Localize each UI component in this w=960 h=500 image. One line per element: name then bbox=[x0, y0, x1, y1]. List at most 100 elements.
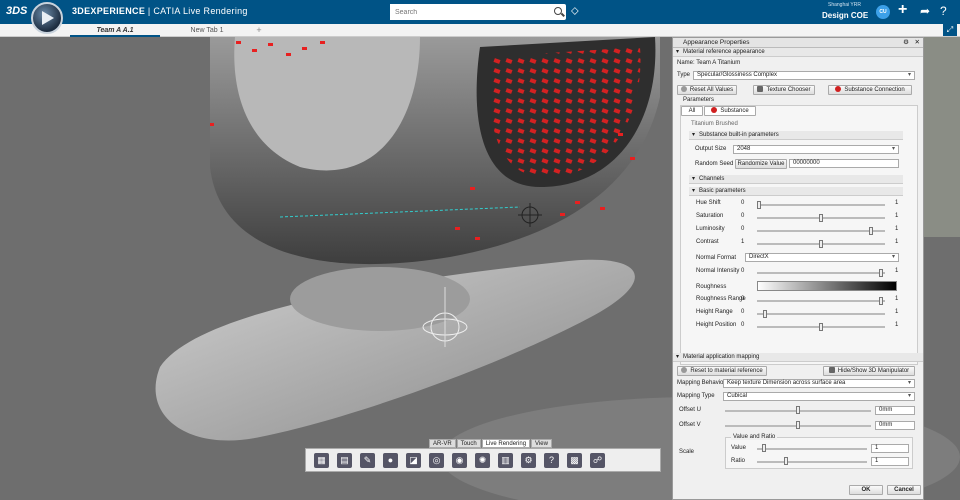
slider-thumb[interactable] bbox=[763, 310, 768, 318]
mapping-type-label: Mapping Type bbox=[677, 393, 715, 399]
cancel-button[interactable]: Cancel bbox=[887, 485, 921, 495]
appearance-icon[interactable]: ◪ bbox=[406, 452, 421, 468]
scale-ratio-thumb[interactable] bbox=[783, 457, 788, 465]
slider-roughness-range[interactable]: Roughness Range 0 1 bbox=[695, 294, 925, 307]
offset-u-input[interactable]: 0mm bbox=[875, 406, 915, 415]
add-tab-button[interactable]: + bbox=[252, 25, 266, 37]
ok-button[interactable]: OK bbox=[849, 485, 883, 495]
slider-thumb[interactable] bbox=[868, 227, 873, 235]
normal-format-select[interactable]: DirectX bbox=[745, 253, 899, 262]
subtab-all[interactable]: All bbox=[681, 106, 703, 116]
mapping-section[interactable]: Material application mapping bbox=[673, 353, 923, 362]
compass-button[interactable] bbox=[31, 2, 63, 34]
normal-format-label: Normal Format bbox=[696, 255, 737, 261]
reset-all-values-button[interactable]: Reset All Values bbox=[677, 85, 737, 95]
slider-thumb[interactable] bbox=[878, 269, 883, 277]
material-reference-section[interactable]: Material reference appearance bbox=[673, 48, 923, 57]
app-brand: 3DEXPERIENCE | CATIA Live Rendering bbox=[72, 6, 248, 16]
search-input[interactable] bbox=[390, 4, 540, 20]
close-icon[interactable]: ✕ bbox=[915, 38, 920, 48]
slider-track[interactable] bbox=[757, 230, 885, 232]
scale-ratio-input[interactable]: 1 bbox=[871, 457, 909, 466]
slider-thumb[interactable] bbox=[819, 323, 823, 331]
slider-label: Roughness Range bbox=[696, 296, 746, 302]
slider-hue-shift[interactable]: Hue Shift 0 1 bbox=[695, 198, 925, 211]
roughness-label: Roughness bbox=[696, 284, 727, 290]
action-tab-live-rendering[interactable]: Live Rendering bbox=[481, 439, 531, 448]
scale-ratio-track[interactable] bbox=[757, 461, 867, 463]
mapping-behavior-select[interactable]: Keep texture Dimension across surface ar… bbox=[723, 379, 915, 388]
slider-luminosity[interactable]: Luminosity 0 1 bbox=[695, 224, 925, 237]
paint-icon[interactable]: ✎ bbox=[360, 452, 375, 468]
slider-label: Normal Intensity bbox=[696, 268, 740, 274]
decal-icon[interactable]: ◎ bbox=[429, 452, 444, 468]
slider-thumb[interactable] bbox=[819, 240, 823, 248]
tree-icon[interactable]: ☍ bbox=[590, 452, 605, 468]
offset-u-thumb[interactable] bbox=[796, 406, 800, 414]
layers-icon[interactable]: ▥ bbox=[498, 452, 513, 468]
tab-new-tab-1[interactable]: New Tab 1 bbox=[168, 25, 246, 37]
channels-section[interactable]: Channels bbox=[689, 175, 903, 184]
plus-icon[interactable]: + bbox=[898, 1, 907, 19]
help-icon[interactable]: ? bbox=[544, 452, 559, 468]
texture-icon bbox=[757, 86, 764, 92]
texture-chooser-button[interactable]: Texture Chooser bbox=[753, 85, 815, 95]
settings-icon[interactable]: ⚙ bbox=[521, 452, 536, 468]
offset-v-input[interactable]: 0mm bbox=[875, 421, 915, 430]
slider-track[interactable] bbox=[757, 204, 885, 206]
scale-value-track[interactable] bbox=[757, 448, 867, 450]
slider-thumb[interactable] bbox=[819, 214, 823, 222]
reset-icon bbox=[681, 367, 688, 373]
slider-saturation[interactable]: Saturation 0 1 bbox=[695, 211, 925, 224]
light-icon[interactable]: ✺ bbox=[475, 452, 490, 468]
action-tab-touch[interactable]: Touch bbox=[456, 439, 481, 448]
slider-contrast[interactable]: Contrast 1 1 bbox=[695, 237, 925, 250]
slider-normal-intensity[interactable]: Normal Intensity 0 1 bbox=[695, 266, 925, 279]
avatar[interactable]: CU bbox=[876, 5, 890, 19]
reset-to-reference-button[interactable]: Reset to material reference bbox=[677, 366, 767, 376]
type-select[interactable]: Specular/Glossiness Complex bbox=[693, 71, 915, 80]
slider-track[interactable] bbox=[757, 313, 885, 315]
substance-connection-button[interactable]: Substance Connection bbox=[828, 85, 912, 95]
gear-icon[interactable]: ⚙ bbox=[903, 38, 909, 48]
scale-value-thumb[interactable] bbox=[762, 444, 767, 452]
randomize-value-button[interactable]: Randomize Value bbox=[735, 159, 787, 169]
search-box[interactable] bbox=[390, 4, 566, 20]
mapping-type-select[interactable]: Cubical bbox=[723, 392, 915, 401]
fit-view-icon[interactable]: ⤢ bbox=[943, 24, 957, 36]
action-tab-view[interactable]: View bbox=[531, 439, 552, 448]
output-size-select[interactable]: 2048 bbox=[733, 145, 899, 154]
scale-value-input[interactable]: 1 bbox=[871, 444, 909, 453]
share-icon[interactable]: ➦ bbox=[920, 4, 930, 18]
slider-thumb[interactable] bbox=[757, 201, 761, 209]
builtin-params-section[interactable]: Substance built-in parameters bbox=[689, 131, 903, 140]
user-name[interactable]: Design COE bbox=[822, 11, 868, 20]
slider-min: 0 bbox=[741, 268, 745, 274]
parameters-label: Parameters bbox=[683, 97, 715, 103]
random-seed-input[interactable]: 00000000 bbox=[789, 159, 899, 168]
user-location: Shanghai YRR bbox=[828, 2, 861, 8]
environment-icon[interactable]: ▤ bbox=[337, 452, 352, 468]
camera-icon[interactable]: ◉ bbox=[452, 452, 467, 468]
help-icon[interactable]: ? bbox=[940, 4, 947, 18]
scale-ratio-label: Ratio bbox=[731, 458, 746, 464]
roughness-gradient[interactable] bbox=[757, 281, 897, 291]
slider-height-range[interactable]: Height Range 0 1 bbox=[695, 307, 925, 320]
basic-params-section[interactable]: Basic parameters bbox=[689, 187, 903, 196]
materials-icon[interactable]: ● bbox=[383, 452, 398, 468]
action-bar: ▦ ▤ ✎ ● ◪ ◎ ◉ ✺ ▥ ⚙ ? ▩ ☍ bbox=[305, 448, 661, 472]
offset-v-thumb[interactable] bbox=[796, 421, 800, 429]
grid-icon[interactable]: ▩ bbox=[567, 452, 582, 468]
render-icon[interactable]: ▦ bbox=[314, 452, 329, 468]
slider-track[interactable] bbox=[757, 272, 885, 274]
tag-icon[interactable]: ⬦ bbox=[571, 5, 579, 18]
slider-thumb[interactable] bbox=[878, 297, 883, 305]
hide-show-manipulator-button[interactable]: Hide/Show 3D Manipulator bbox=[823, 366, 915, 376]
tab-team-a[interactable]: Team A A.1 bbox=[70, 25, 160, 37]
slider-track[interactable] bbox=[757, 300, 885, 302]
random-seed-label: Random Seed bbox=[695, 161, 734, 167]
subtab-substance[interactable]: Substance bbox=[704, 106, 756, 116]
search-icon[interactable] bbox=[554, 7, 562, 15]
action-tab-ar-vr[interactable]: AR-VR bbox=[429, 439, 456, 448]
slider-height-position[interactable]: Height Position 0 1 bbox=[695, 320, 925, 333]
